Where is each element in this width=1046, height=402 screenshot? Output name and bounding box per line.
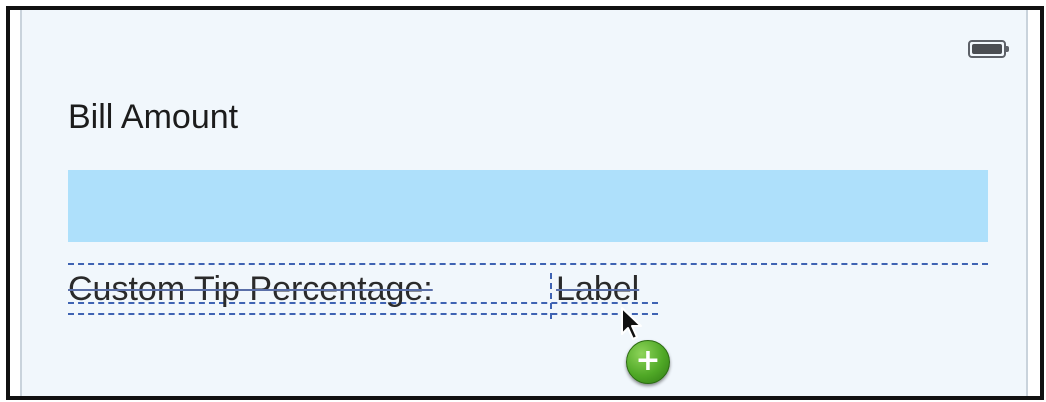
plus-glyph: +: [635, 343, 661, 378]
battery-terminal: [1006, 46, 1009, 52]
top-alignment-guide: [68, 263, 988, 265]
battery-icon: [968, 40, 1009, 58]
plus-circle-icon: +: [626, 340, 670, 384]
bottom-alignment-guide: [68, 313, 658, 315]
view-controller-canvas[interactable]: Bill Amount Custom Tip Percentage: Label…: [20, 10, 1028, 396]
label-separator-guide: [550, 273, 552, 319]
dragged-value-label[interactable]: Label: [556, 270, 639, 309]
bill-amount-label[interactable]: Bill Amount: [68, 98, 238, 137]
battery-level: [972, 44, 1002, 54]
custom-tip-percentage-label[interactable]: Custom Tip Percentage:: [68, 270, 433, 309]
bill-amount-text-field[interactable]: [68, 170, 988, 242]
arrow-cursor-icon: [621, 307, 642, 340]
interface-builder-frame: Bill Amount Custom Tip Percentage: Label…: [6, 6, 1044, 400]
